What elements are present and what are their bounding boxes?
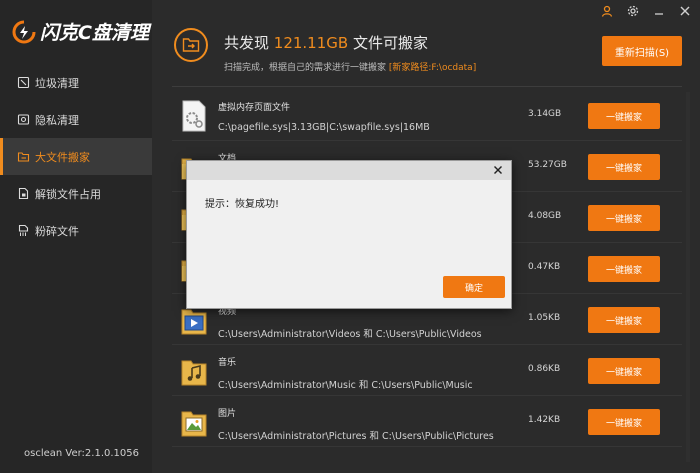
total-size: 121.11GB <box>273 34 349 52</box>
file-path: C:\Users\Administrator\Pictures 和 C:\Use… <box>218 431 494 442</box>
sidebar: 闪克C盘清理 垃圾清理 隐私清理 大文件搬家 解锁文件占用 粉碎文件 oscle… <box>0 0 152 473</box>
lightning-logo-icon <box>12 20 36 43</box>
file-name: 音乐 <box>218 358 237 368</box>
file-path: C:\Users\Administrator\Music 和 C:\Users\… <box>218 380 473 391</box>
settings-icon[interactable] <box>626 4 640 18</box>
move-button[interactable]: 一键搬家 <box>588 103 660 129</box>
sidebar-item-privacy-clean[interactable]: 隐私清理 <box>0 101 152 138</box>
list-item: 图片 C:\Users\Administrator\Pictures 和 C:\… <box>172 396 682 447</box>
sidebar-item-unlock-file[interactable]: 解锁文件占用 <box>0 175 152 212</box>
list-item: 虚拟内存页面文件 C:\pagefile.sys|3.13GB|C:\swapf… <box>172 90 682 141</box>
sidebar-item-label: 大文件搬家 <box>35 150 90 164</box>
file-name: 图片 <box>218 409 237 419</box>
scan-status-text: 扫描完成，根据自己的需求进行一键搬家 <box>224 63 389 73</box>
minimize-icon[interactable] <box>652 4 666 18</box>
file-size: 1.42KB <box>528 415 561 425</box>
sidebar-item-junk-clean[interactable]: 垃圾清理 <box>0 64 152 101</box>
sidebar-item-label: 粉碎文件 <box>35 224 79 238</box>
dialog-title-bar <box>187 161 511 180</box>
version-label: osclean Ver:2.1.0.1056 <box>24 448 139 459</box>
close-icon[interactable] <box>491 163 505 177</box>
file-size: 0.47KB <box>528 262 561 272</box>
page-title: 共发现 121.11GB 文件可搬家 <box>224 32 428 53</box>
title-prefix: 共发现 <box>224 34 274 52</box>
music-folder-icon <box>181 360 207 386</box>
move-button[interactable]: 一键搬家 <box>588 307 660 333</box>
move-button[interactable]: 一键搬家 <box>588 256 660 282</box>
move-button[interactable]: 一键搬家 <box>588 205 660 231</box>
gear-file-icon <box>182 100 206 132</box>
file-size: 3.14GB <box>528 109 562 119</box>
dialog-message: 提示：恢复成功! <box>205 199 280 210</box>
list-item: 音乐 C:\Users\Administrator\Music 和 C:\Use… <box>172 345 682 396</box>
folder-transfer-icon <box>174 28 208 62</box>
ok-button[interactable]: 确定 <box>443 276 505 298</box>
sidebar-item-label: 隐私清理 <box>35 113 79 127</box>
file-size: 4.08GB <box>528 211 562 221</box>
app-name: 闪克C盘清理 <box>40 22 149 44</box>
scan-status: 扫描完成，根据自己的需求进行一键搬家 [新家路径:F:\ocdata] <box>224 60 476 73</box>
sidebar-item-shred-file[interactable]: 粉碎文件 <box>0 212 152 249</box>
title-suffix: 文件可搬家 <box>348 34 428 52</box>
move-button[interactable]: 一键搬家 <box>588 409 660 435</box>
broom-icon <box>16 76 30 90</box>
file-size: 0.86KB <box>528 364 561 374</box>
app-logo: 闪克C盘清理 <box>12 18 149 45</box>
move-button[interactable]: 一键搬家 <box>588 154 660 180</box>
close-icon[interactable] <box>678 4 692 18</box>
rescan-button[interactable]: 重新扫描(S) <box>602 36 682 66</box>
folder-move-icon <box>16 150 30 164</box>
shred-file-icon <box>16 224 30 238</box>
success-dialog: 提示：恢复成功! 确定 <box>186 160 512 309</box>
target-path-link[interactable]: [新家路径:F:\ocdata] <box>389 63 476 73</box>
file-path: C:\Users\Administrator\Videos 和 C:\Users… <box>218 329 482 340</box>
unlock-file-icon <box>16 187 30 201</box>
header-divider <box>172 86 682 87</box>
move-button[interactable]: 一键搬家 <box>588 358 660 384</box>
file-path: C:\pagefile.sys|3.13GB|C:\swapfile.sys|1… <box>218 122 430 133</box>
privacy-icon <box>16 113 30 127</box>
sidebar-item-label: 垃圾清理 <box>35 76 79 90</box>
sidebar-item-label: 解锁文件占用 <box>35 187 101 201</box>
file-size: 1.05KB <box>528 313 561 323</box>
user-icon[interactable] <box>600 4 614 18</box>
list-scrollbar[interactable] <box>686 92 690 462</box>
file-size: 53.27GB <box>528 160 567 170</box>
sidebar-item-big-file-move[interactable]: 大文件搬家 <box>0 138 152 175</box>
picture-folder-icon <box>181 411 207 437</box>
sidebar-nav: 垃圾清理 隐私清理 大文件搬家 解锁文件占用 粉碎文件 <box>0 64 152 249</box>
window-controls <box>600 4 692 18</box>
file-name: 虚拟内存页面文件 <box>218 103 291 113</box>
